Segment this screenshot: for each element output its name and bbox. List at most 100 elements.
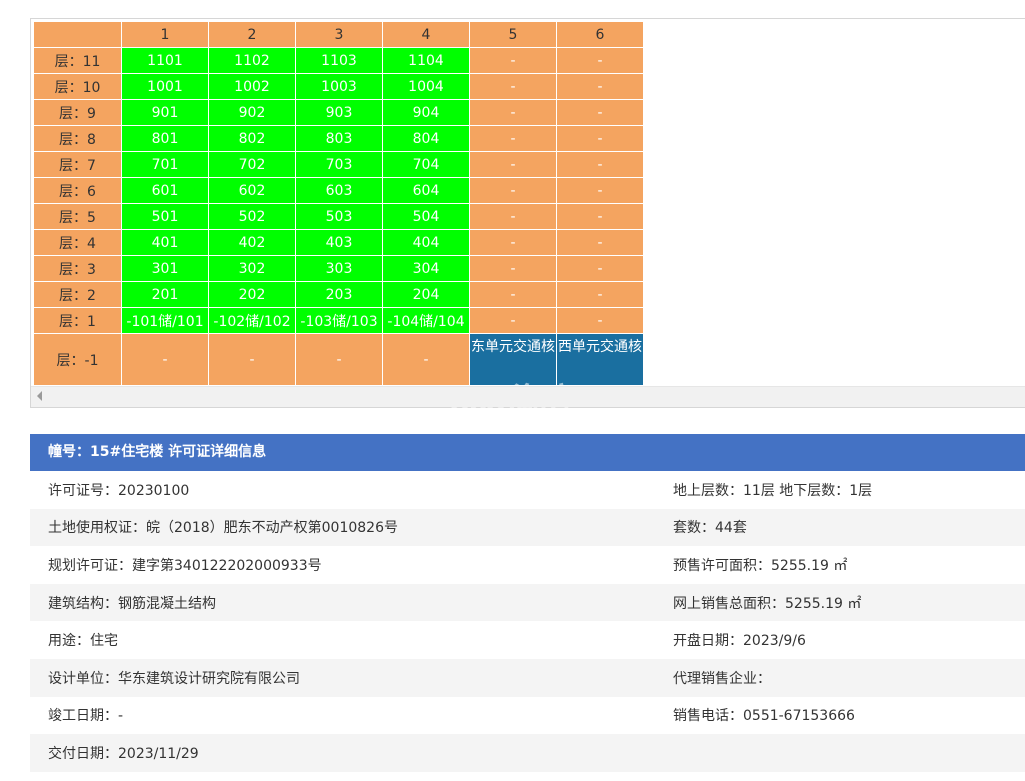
info-building-structure: 建筑结构：钢筋混凝土结构 [48,595,216,612]
unit-cell-empty: - [469,151,557,178]
info-sales-phone: 销售电话：0551-67153666 [673,708,855,725]
unit-cell[interactable]: 1002 [208,73,296,100]
floor-label: 层：11 [33,47,122,74]
unit-cell[interactable]: 1102 [208,47,296,74]
unit-cell[interactable]: 303 [295,255,383,282]
unit-cell[interactable]: 903 [295,99,383,126]
floor-label: 层：1 [33,307,122,334]
unit-cell[interactable]: 902 [208,99,296,126]
info-opening-date: 开盘日期：2023/9/6 [673,633,806,650]
unit-cell-empty: - [469,229,557,256]
unit-cell[interactable]: 304 [382,255,470,282]
info-row: 设计单位：华东建筑设计研究院有限公司 代理销售企业： [30,658,1025,697]
floor-label: 层：6 [33,177,122,204]
unit-cell-empty: - [469,307,557,334]
unit-cell[interactable]: 301 [121,255,209,282]
info-row: 建筑结构：钢筋混凝土结构 网上销售总面积：5255.19 ㎡ [30,583,1025,622]
unit-cell[interactable]: 601 [121,177,209,204]
unit-cell[interactable]: 703 [295,151,383,178]
unit-cell[interactable]: 801 [121,125,209,152]
floor-label: 层：-1 [33,333,122,386]
unit-cell-empty: - [469,47,557,74]
unit-cell[interactable]: 904 [382,99,470,126]
info-land-certificate: 土地使用权证：皖（2018）肥东不动产权第0010826号 [48,520,398,537]
info-row: 许可证号：20230100 地上层数：11层 地下层数：1层 [30,471,1025,509]
floor-label: 层：7 [33,151,122,178]
unit-cell[interactable]: 804 [382,125,470,152]
unit-cell[interactable]: 401 [121,229,209,256]
floor-label: 层：4 [33,229,122,256]
unit-cell[interactable]: 504 [382,203,470,230]
unit-cell[interactable]: 503 [295,203,383,230]
unit-cell[interactable]: 302 [208,255,296,282]
scroll-left-arrow-icon[interactable] [37,391,42,401]
grid-header-col-6: 6 [556,21,644,48]
info-row: 用途：住宅 开盘日期：2023/9/6 [30,621,1025,659]
unit-cell[interactable]: 802 [208,125,296,152]
floor-row: 层：4 401 402 403 404 - - [33,229,644,256]
unit-cell[interactable]: 203 [295,281,383,308]
floor-row: 层：5 501 502 503 504 - - [33,203,644,230]
unit-cell-empty: - [556,125,644,152]
unit-cell[interactable]: 1003 [295,73,383,100]
floor-label: 层：3 [33,255,122,282]
info-design-company: 设计单位：华东建筑设计研究院有限公司 [48,670,300,687]
unit-cell-empty: - [469,177,557,204]
unit-cell-empty: - [469,73,557,100]
unit-cell[interactable]: 502 [208,203,296,230]
unit-cell[interactable]: -102储/102 [208,307,296,334]
floor-label: 层：10 [33,73,122,100]
unit-cell-empty: - [556,177,644,204]
info-unit-count: 套数：44套 [673,520,747,537]
info-usage: 用途：住宅 [48,633,118,650]
unit-cell[interactable]: 1001 [121,73,209,100]
unit-cell[interactable]: 602 [208,177,296,204]
unit-cell[interactable]: -104储/104 [382,307,470,334]
unit-cell-empty: - [121,333,209,386]
unit-cell[interactable]: 803 [295,125,383,152]
floor-row: 层：7 701 702 703 704 - - [33,151,644,178]
unit-cell-empty: - [556,229,644,256]
unit-cell[interactable]: 1004 [382,73,470,100]
unit-cell[interactable]: 403 [295,229,383,256]
grid-header-col-4: 4 [382,21,470,48]
info-delivery-date: 交付日期：2023/11/29 [48,745,199,762]
unit-cell[interactable]: 404 [382,229,470,256]
info-row: 交付日期：2023/11/29 [30,734,1025,772]
unit-cell[interactable]: 701 [121,151,209,178]
unit-cell[interactable]: 702 [208,151,296,178]
unit-cell[interactable]: 604 [382,177,470,204]
unit-cell[interactable]: 1101 [121,47,209,74]
unit-cell[interactable]: 603 [295,177,383,204]
unit-cell[interactable]: 1104 [382,47,470,74]
unit-cell[interactable]: 204 [382,281,470,308]
unit-cell[interactable]: -103储/103 [295,307,383,334]
unit-cell[interactable]: 501 [121,203,209,230]
info-planning-permit: 规划许可证：建字第340122202000933号 [48,557,322,574]
unit-cell-empty: - [556,99,644,126]
unit-cell[interactable]: 704 [382,151,470,178]
unit-cell[interactable]: 402 [208,229,296,256]
unit-cell-empty: - [556,281,644,308]
unit-cell-empty: - [469,203,557,230]
unit-cell-empty: - [556,255,644,282]
unit-cell[interactable]: 1103 [295,47,383,74]
unit-cell[interactable]: -101储/101 [121,307,209,334]
unit-cell-empty: - [556,73,644,100]
info-permit-number: 许可证号：20230100 [48,482,190,499]
grid-header-col-5: 5 [469,21,557,48]
grid-header-corner [33,21,122,48]
unit-cell[interactable]: 202 [208,281,296,308]
permit-info-panel: 幢号：15#住宅楼 许可证详细信息 许可证号：20230100 地上层数：11层… [30,434,1025,772]
unit-cell-empty: - [556,203,644,230]
unit-cell[interactable]: 901 [121,99,209,126]
permit-info-header: 幢号：15#住宅楼 许可证详细信息 [30,434,1025,471]
unit-cell[interactable]: 201 [121,281,209,308]
floor-row: 层：8 801 802 803 804 - - [33,125,644,152]
grid-header-col-1: 1 [121,21,209,48]
floor-row: 层：11 1101 1102 1103 1104 - - [33,47,644,74]
floor-label: 层：5 [33,203,122,230]
info-online-sale-area: 网上销售总面积：5255.19 ㎡ [673,595,862,612]
unit-grid-panel: 1 2 3 4 5 6 层：11 1101 1102 1103 1104 - -… [30,18,1025,420]
horizontal-scrollbar[interactable] [31,386,1025,407]
